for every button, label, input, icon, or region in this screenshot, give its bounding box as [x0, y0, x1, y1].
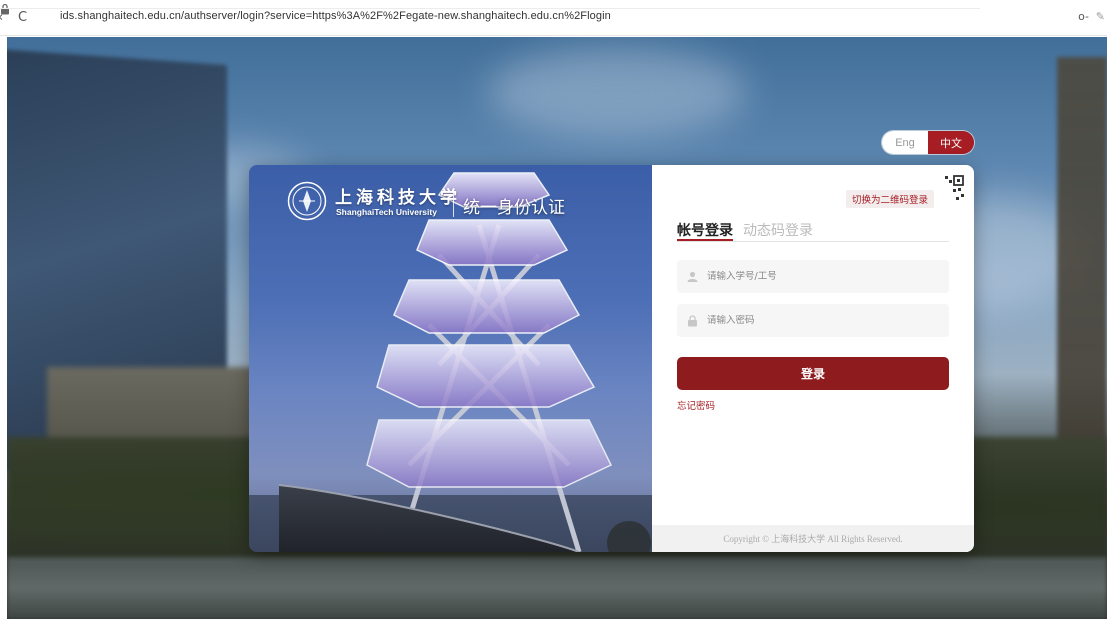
- login-tabs: 帐号登录 动态码登录: [677, 220, 949, 242]
- login-button[interactable]: 登录: [677, 357, 949, 390]
- water: [7, 557, 1107, 619]
- user-icon: [677, 271, 707, 282]
- university-name-en: ShanghaiTech University: [336, 207, 437, 217]
- tower-photo: 上海科技大学 ShanghaiTech University 统一身份认证: [249, 165, 652, 552]
- login-panel: 切换为二维码登录 帐号登录 动态码登录 请输入学号/工号 登录 忘记密码 Cop…: [652, 165, 974, 552]
- password-field: [677, 304, 949, 337]
- brand-divider: [453, 189, 454, 217]
- forgot-password-link[interactable]: 忘记密码: [677, 398, 715, 412]
- university-seal-icon: [287, 181, 327, 221]
- username-input[interactable]: [707, 271, 937, 282]
- reload-icon[interactable]: C: [18, 10, 27, 26]
- copyright-footer: Copyright © 上海科技大学 All Rights Reserved.: [652, 525, 974, 552]
- lang-option-zh[interactable]: 中文: [928, 131, 974, 154]
- lock-icon: [677, 314, 707, 327]
- edit-icon[interactable]: ✎: [1096, 10, 1105, 23]
- login-card: 上海科技大学 ShanghaiTech University 统一身份认证 切换…: [249, 165, 974, 552]
- tab-account-login[interactable]: 帐号登录: [677, 220, 733, 241]
- username-field: [677, 260, 949, 293]
- cloud: [487, 47, 747, 137]
- tower-illustration: [249, 172, 652, 552]
- university-name-zh: 上海科技大学: [335, 188, 461, 208]
- page-title: 统一身份认证: [463, 198, 565, 218]
- key-icon[interactable]: o-: [1078, 10, 1089, 23]
- lang-option-eng[interactable]: Eng: [882, 131, 928, 154]
- qr-code-icon[interactable]: [932, 173, 966, 207]
- qr-login-toggle[interactable]: 切换为二维码登录: [846, 190, 935, 208]
- language-toggle: Eng 中文: [882, 131, 974, 154]
- back-icon[interactable]: ‹: [0, 10, 3, 26]
- browser-toolbar: ‹ C ids.shanghaitech.edu.cn/authserver/l…: [0, 0, 1107, 36]
- password-input[interactable]: [707, 315, 937, 326]
- tab-dynamic-code-login[interactable]: 动态码登录: [743, 220, 813, 241]
- address-bar[interactable]: ids.shanghaitech.edu.cn/authserver/login…: [60, 10, 611, 22]
- tab-strip: [0, 0, 980, 9]
